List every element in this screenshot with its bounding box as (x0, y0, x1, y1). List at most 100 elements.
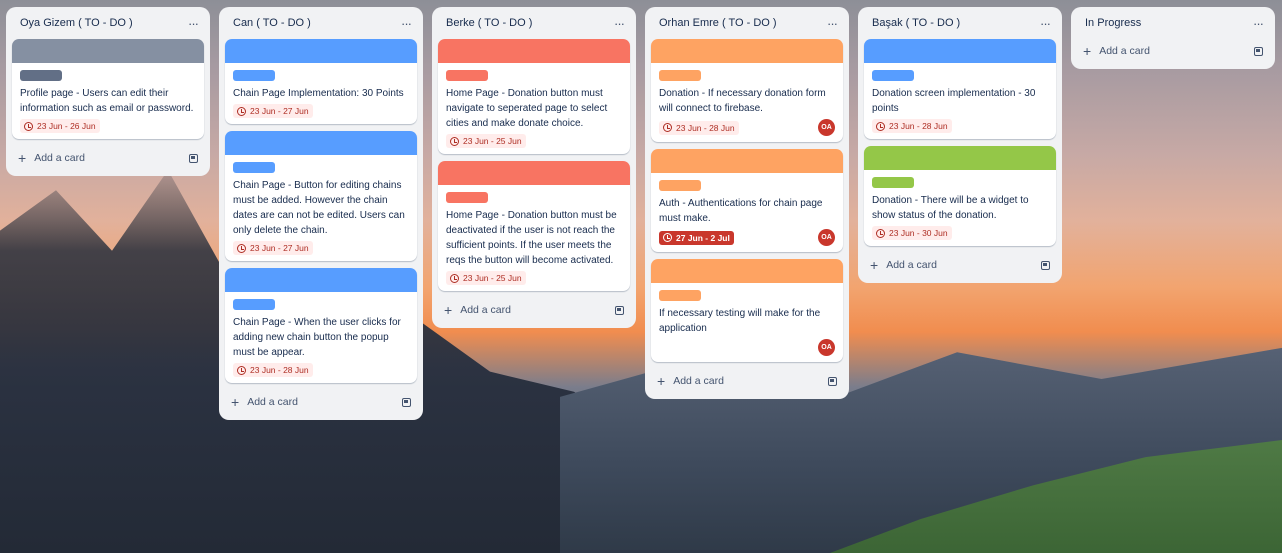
add-card-label: Add a card (34, 152, 85, 164)
card-template-icon[interactable] (1254, 46, 1263, 56)
card-template-icon[interactable] (189, 153, 198, 163)
card-cover (225, 131, 417, 155)
card-label[interactable] (659, 180, 701, 191)
card[interactable]: Home Page - Donation button must be deac… (438, 161, 630, 291)
list-header: In Progress ··· (1077, 7, 1269, 39)
clock-icon (24, 121, 33, 131)
card-cover (864, 39, 1056, 63)
add-card-button[interactable]: + Add a card (651, 369, 843, 393)
due-date-badge[interactable]: 23 Jun - 25 Jun (446, 134, 526, 148)
more-icon[interactable]: ··· (188, 16, 199, 31)
card-cover (651, 39, 843, 63)
card-cover (438, 161, 630, 185)
add-card-label: Add a card (247, 396, 298, 408)
card-label[interactable] (20, 70, 62, 81)
more-icon[interactable]: ··· (1040, 16, 1051, 31)
more-icon[interactable]: ··· (614, 16, 625, 31)
clock-icon (237, 106, 246, 116)
card-title: Auth - Authentications for chain page mu… (659, 198, 823, 224)
add-card-label: Add a card (1099, 45, 1150, 57)
due-date-badge[interactable]: 23 Jun - 27 Jun (233, 104, 313, 118)
add-card-label: Add a card (886, 259, 937, 271)
card-label[interactable] (659, 290, 701, 301)
list-header: Berke ( TO - DO ) ··· (438, 7, 630, 39)
add-card-button[interactable]: + Add a card (1077, 39, 1269, 63)
clock-icon (450, 136, 459, 146)
card-template-icon[interactable] (615, 305, 624, 315)
due-date-badge[interactable]: 23 Jun - 28 Jun (872, 119, 952, 133)
card-cover (651, 259, 843, 283)
card-label[interactable] (446, 70, 488, 81)
card[interactable]: Chain Page Implementation: 30 Points 23 … (225, 39, 417, 124)
list-in-progress: In Progress ··· + Add a card (1071, 7, 1275, 69)
card-template-icon[interactable] (1041, 260, 1050, 270)
more-icon[interactable]: ··· (827, 16, 838, 31)
plus-icon: + (870, 257, 879, 273)
list-header: Başak ( TO - DO ) ··· (864, 7, 1056, 39)
clock-icon (663, 123, 672, 132)
add-card-button[interactable]: + Add a card (225, 390, 417, 414)
add-card-label: Add a card (460, 304, 511, 316)
due-date-text: 23 Jun - 27 Jun (250, 243, 309, 253)
clock-icon (876, 228, 885, 238)
card-label[interactable] (233, 162, 275, 173)
due-date-badge[interactable]: 23 Jun - 26 Jun (20, 119, 100, 133)
add-card-button[interactable]: + Add a card (864, 253, 1056, 277)
add-card-button[interactable]: + Add a card (438, 298, 630, 322)
plus-icon: + (231, 394, 240, 410)
more-icon[interactable]: ··· (1253, 16, 1264, 31)
plus-icon: + (18, 150, 27, 166)
clock-icon (450, 273, 459, 283)
card-title: Chain Page Implementation: 30 Points (233, 88, 404, 99)
due-date-badge[interactable]: 23 Jun - 28 Jun (233, 363, 313, 377)
due-date-text: 27 Jun - 2 Jul (676, 232, 730, 243)
card-label[interactable] (872, 177, 914, 188)
list-basak: Başak ( TO - DO ) ··· Donation screen im… (858, 7, 1062, 283)
card-label[interactable] (659, 70, 701, 81)
clock-icon (237, 365, 246, 375)
avatar[interactable]: OA (818, 229, 835, 246)
list-title[interactable]: Berke ( TO - DO ) (446, 17, 532, 29)
card[interactable]: Profile page - Users can edit their info… (12, 39, 204, 139)
card[interactable]: Home Page - Donation button must navigat… (438, 39, 630, 154)
list-berke: Berke ( TO - DO ) ··· Home Page - Donati… (432, 7, 636, 328)
card-label[interactable] (872, 70, 914, 81)
list-title[interactable]: Can ( TO - DO ) (233, 17, 311, 29)
card-title: Chain Page - Button for editing chains m… (233, 180, 405, 236)
list-title[interactable]: Başak ( TO - DO ) (872, 17, 960, 29)
card-label[interactable] (233, 70, 275, 81)
plus-icon: + (657, 373, 666, 389)
card-title: Home Page - Donation button must be deac… (446, 210, 617, 266)
card-template-icon[interactable] (402, 397, 411, 407)
card-title: Donation - If necessary donation form wi… (659, 88, 826, 114)
due-date-text: 23 Jun - 28 Jun (250, 365, 309, 375)
list-title[interactable]: In Progress (1085, 17, 1141, 29)
card[interactable]: Donation - If necessary donation form wi… (651, 39, 843, 142)
card-title: Chain Page - When the user clicks for ad… (233, 317, 401, 358)
card[interactable]: If necessary testing will make for the a… (651, 259, 843, 362)
card-label[interactable] (446, 192, 488, 203)
due-date-text: 23 Jun - 28 Jun (889, 121, 948, 131)
list-title[interactable]: Oya Gizem ( TO - DO ) (20, 17, 133, 29)
card[interactable]: Donation screen implementation - 30 poin… (864, 39, 1056, 139)
avatar[interactable]: OA (818, 339, 835, 356)
card-label[interactable] (233, 299, 275, 310)
card[interactable]: Donation - There will be a widget to sho… (864, 146, 1056, 246)
avatar[interactable]: OA (818, 119, 835, 136)
add-card-button[interactable]: + Add a card (12, 146, 204, 170)
due-date-badge[interactable]: 23 Jun - 28 Jun (659, 120, 739, 135)
card[interactable]: Auth - Authentications for chain page mu… (651, 149, 843, 252)
due-date-badge[interactable]: 23 Jun - 30 Jun (872, 226, 952, 240)
card-template-icon[interactable] (828, 376, 837, 386)
due-date-badge-overdue[interactable]: 27 Jun - 2 Jul (659, 230, 734, 245)
due-date-text: 23 Jun - 25 Jun (463, 273, 522, 283)
card[interactable]: Chain Page - Button for editing chains m… (225, 131, 417, 261)
card[interactable]: Chain Page - When the user clicks for ad… (225, 268, 417, 383)
more-icon[interactable]: ··· (401, 16, 412, 31)
list-header: Oya Gizem ( TO - DO ) ··· (12, 7, 204, 39)
card-cover (12, 39, 204, 63)
list-title[interactable]: Orhan Emre ( TO - DO ) (659, 17, 777, 29)
due-date-badge[interactable]: 23 Jun - 27 Jun (233, 241, 313, 255)
due-date-badge[interactable]: 23 Jun - 25 Jun (446, 271, 526, 285)
plus-icon: + (1083, 43, 1092, 59)
